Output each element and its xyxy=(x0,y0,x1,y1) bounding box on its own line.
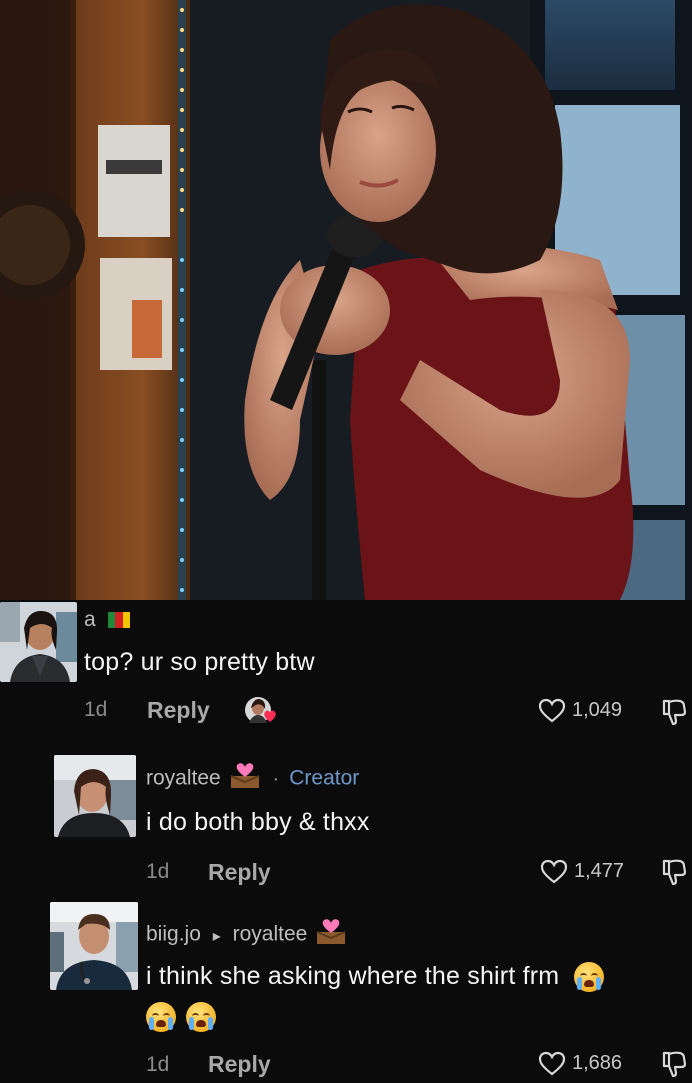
reply-to-username[interactable]: royaltee xyxy=(233,923,308,946)
heart-box-emoji xyxy=(227,763,263,789)
like-button[interactable]: 1,049 xyxy=(538,698,622,723)
heart-outline-icon xyxy=(538,698,566,723)
separator: · xyxy=(272,766,280,790)
heart-outline-icon xyxy=(540,859,568,884)
heart-box-emoji xyxy=(313,919,349,945)
reply-button[interactable]: Reply xyxy=(208,859,271,886)
flag-icon xyxy=(107,610,130,629)
comment-username[interactable]: biig.jo ▸ royaltee xyxy=(146,919,349,948)
like-count: 1,049 xyxy=(572,699,623,721)
dislike-button[interactable] xyxy=(660,698,688,731)
comment-text-content: i think she asking where the shirt frm xyxy=(146,962,560,990)
comment-time: 1d xyxy=(146,860,170,883)
avatar[interactable] xyxy=(54,755,136,837)
reply-button[interactable]: Reply xyxy=(208,1051,271,1078)
comment-text: i think she asking where the shirt frm xyxy=(146,962,605,993)
heart-outline-icon xyxy=(538,1051,566,1076)
username-text[interactable]: a xyxy=(84,608,96,631)
dislike-button[interactable] xyxy=(660,858,688,891)
creator-label: Creator xyxy=(289,766,360,790)
comment-time: 1d xyxy=(146,1053,170,1076)
username-text[interactable]: biig.jo xyxy=(146,923,201,946)
like-count: 1,686 xyxy=(572,1052,623,1074)
performer-photo xyxy=(0,0,692,600)
loudly-crying-face-icon xyxy=(146,1002,176,1032)
reply-button[interactable]: Reply xyxy=(147,697,210,724)
comment-text: top? ur so pretty btw xyxy=(84,648,315,676)
like-button[interactable]: 1,686 xyxy=(538,1051,622,1076)
comment-text: i do both bby & thxx xyxy=(146,808,370,836)
like-count: 1,477 xyxy=(574,860,625,882)
creator-liked-avatar-icon xyxy=(244,696,278,726)
avatar[interactable] xyxy=(50,902,138,990)
reply-arrow-icon: ▸ xyxy=(212,927,221,945)
stage-scene xyxy=(0,0,692,600)
comments-section: a top? ur so pretty btw 1d Reply 1,049 r… xyxy=(0,600,692,1080)
loudly-crying-face-icon xyxy=(574,962,605,993)
avatar[interactable] xyxy=(0,602,77,682)
comment-time: 1d xyxy=(84,698,108,721)
comment-username[interactable]: royaltee · Creator xyxy=(146,763,360,792)
emoji-line xyxy=(146,1002,217,1032)
like-button[interactable]: 1,477 xyxy=(540,859,624,884)
thumbs-down-icon xyxy=(662,859,687,886)
thumbs-down-icon xyxy=(662,699,687,726)
thumbs-down-icon xyxy=(662,1051,687,1078)
comment-username[interactable]: a xyxy=(84,608,130,632)
username-text[interactable]: royaltee xyxy=(146,767,221,790)
loudly-crying-face-icon xyxy=(186,1002,217,1032)
dislike-button[interactable] xyxy=(660,1050,688,1083)
